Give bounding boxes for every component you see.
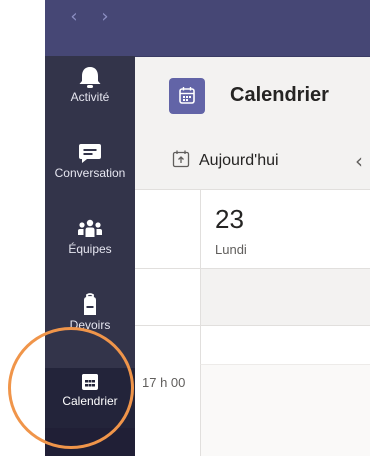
rail-item-activite[interactable]: Activité — [45, 64, 135, 124]
bell-icon — [45, 64, 135, 90]
calendar-today-icon — [171, 149, 191, 174]
teams-window: ‹ › Activité Conversation Équipes Devoir… — [0, 0, 370, 456]
forward-arrow-icon[interactable]: › — [98, 8, 112, 26]
day-number: 23 — [215, 204, 244, 234]
rail-item-label: Équipes — [68, 242, 112, 256]
back-arrow-icon[interactable]: ‹ — [67, 8, 81, 26]
rail-item-devoirs[interactable]: Devoirs — [45, 292, 135, 352]
time-slot[interactable] — [200, 365, 370, 456]
teams-icon — [45, 216, 135, 242]
rail-item-conversation[interactable]: Conversation — [45, 140, 135, 200]
time-slot[interactable] — [200, 326, 370, 365]
title-bar: ‹ › — [45, 0, 370, 57]
app-rail: Activité Conversation Équipes Devoirs Ca… — [45, 56, 135, 456]
rail-item-calendrier[interactable]: Calendrier — [45, 368, 135, 428]
rail-item-label: Devoirs — [69, 318, 111, 332]
rail-item-label: Calendrier — [62, 394, 118, 408]
calendar-grid: 23 Lundi 17 h 00 — [135, 190, 370, 456]
calendar-toolbar: Aujourd'hui ‹ — [135, 134, 370, 190]
rail-item-equipes[interactable]: Équipes — [45, 216, 135, 276]
all-day-row[interactable] — [200, 269, 370, 326]
day-column-header[interactable]: 23 Lundi — [200, 190, 370, 269]
page-title: Calendrier — [230, 84, 329, 106]
previous-day-button[interactable]: ‹ — [355, 147, 370, 175]
rail-item-label: Conversation — [54, 166, 126, 180]
day-name: Lundi — [215, 242, 247, 257]
calendar-icon — [45, 368, 135, 394]
chat-icon — [45, 140, 135, 166]
today-button[interactable]: Aujourd'hui — [171, 147, 279, 175]
app-header: Calendrier — [135, 57, 370, 135]
all-day-gutter — [135, 269, 200, 326]
today-label: Aujourd'hui — [199, 152, 279, 169]
time-gutter-header — [135, 190, 200, 269]
backpack-icon — [45, 292, 135, 318]
rail-item-label: Activité — [70, 90, 110, 104]
rail-bottom-strip — [45, 428, 135, 456]
time-label: 17 h 00 — [142, 375, 186, 390]
calendar-icon — [169, 78, 205, 114]
